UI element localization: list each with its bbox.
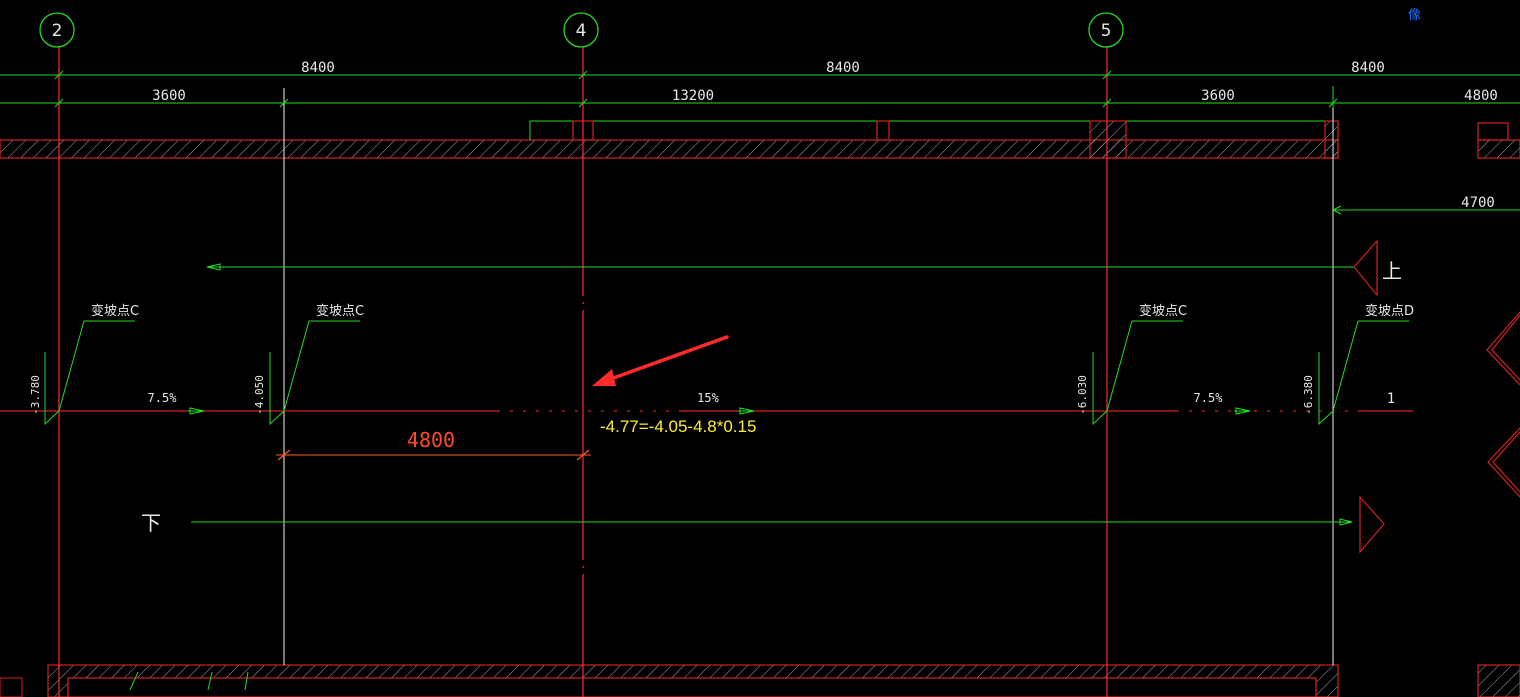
- dim-8400-a: 8400: [301, 60, 335, 76]
- slope-label-1: 7.5%: [148, 391, 178, 405]
- axis-label-4: 4: [576, 21, 587, 41]
- elevation-4: -6.380: [1302, 375, 1315, 415]
- change-point-4[interactable]: 变坡点D -6.380: [1302, 303, 1414, 426]
- axis-label-2: 2: [52, 21, 63, 41]
- cad-drawing-canvas[interactable]: 2 4 5 8400 8400 8400 3600 13200 3600 480…: [0, 0, 1520, 697]
- dimension-row-1: 8400 8400 8400: [0, 60, 1520, 80]
- dim-8400-c: 8400: [1351, 60, 1385, 76]
- elevation-2: -4.050: [253, 375, 266, 415]
- change-point-label-4: 变坡点D: [1365, 303, 1414, 319]
- dimension-row-2: 3600 13200 3600 4800: [0, 86, 1520, 108]
- formula-annotation: -4.77=-4.05-4.8*0.15: [600, 417, 756, 436]
- corner-text: 像: [1408, 8, 1421, 23]
- slope-label-2: 15%: [697, 391, 719, 405]
- axis-bubble-2[interactable]: 2: [39, 12, 75, 48]
- change-point-1[interactable]: 变坡点C -3.780: [29, 303, 139, 426]
- axis-bubble-5[interactable]: 5: [1088, 12, 1124, 48]
- change-point-3[interactable]: 变坡点C -6.030: [1076, 303, 1187, 426]
- measure-dimension[interactable]: 4800: [276, 428, 591, 461]
- axis-label-5: 5: [1101, 21, 1112, 41]
- measure-4800-label: 4800: [407, 428, 455, 452]
- elevation-3: -6.030: [1076, 375, 1089, 415]
- top-wall: [0, 120, 1520, 159]
- annotation-arrow[interactable]: [592, 335, 729, 386]
- elevation-1: -3.780: [29, 375, 42, 415]
- direction-down-arrow: 下: [141, 495, 1385, 554]
- dimension-side: 4700: [1332, 195, 1520, 215]
- axis-bubble-4[interactable]: 4: [563, 12, 599, 48]
- direction-down-label: 下: [141, 511, 161, 535]
- dim-3600-a: 3600: [152, 88, 186, 104]
- dim-4800-right: 4800: [1464, 88, 1498, 104]
- right-edge-shapes: [1486, 311, 1520, 498]
- slope-label-3: 7.5%: [1194, 391, 1224, 405]
- slope-line: [0, 407, 1413, 415]
- dim-3600-b: 3600: [1201, 88, 1235, 104]
- slope-end-label: 1: [1387, 391, 1395, 407]
- dim-8400-b: 8400: [826, 60, 860, 76]
- dim-4700: 4700: [1461, 195, 1495, 211]
- direction-up-arrow: 上: [206, 239, 1402, 297]
- change-point-label-1: 变坡点C: [91, 303, 139, 319]
- bottom-wall: [0, 664, 1520, 697]
- change-point-label-2: 变坡点C: [316, 303, 364, 319]
- dim-13200: 13200: [672, 88, 714, 104]
- change-point-2[interactable]: 变坡点C -4.050: [253, 303, 364, 426]
- direction-up-label: 上: [1382, 259, 1402, 283]
- change-point-label-3: 变坡点C: [1139, 303, 1187, 319]
